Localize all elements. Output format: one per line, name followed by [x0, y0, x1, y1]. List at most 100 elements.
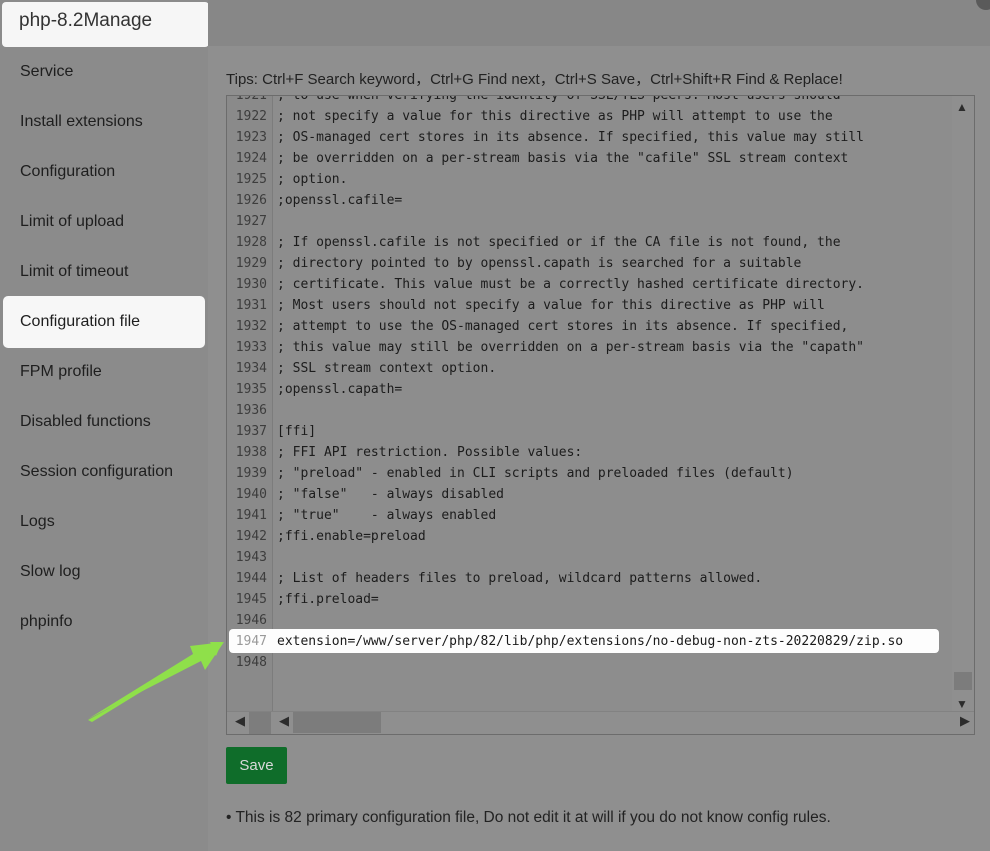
line-number: 1944 [235, 571, 267, 586]
line-number: 1935 [235, 382, 267, 397]
chevron-down-icon[interactable]: ▼ [956, 697, 968, 711]
horizontal-scrollbar[interactable]: ◀ ◀ ▶ [227, 711, 974, 734]
close-icon[interactable] [976, 0, 990, 10]
line-number: 1927 [235, 214, 267, 229]
sidebar-item-session-configuration[interactable]: Session configuration [0, 447, 208, 497]
line-number: 1936 [235, 403, 267, 418]
code-line[interactable]: 1948 [227, 652, 952, 673]
line-number: 1946 [235, 613, 267, 628]
line-text: ; Most users should not specify a value … [277, 298, 825, 313]
code-line[interactable]: 1926 ;openssl.cafile= [227, 190, 952, 211]
config-note: • This is 82 primary configuration file,… [226, 809, 831, 826]
sidebar-item-fpm-profile[interactable]: FPM profile [0, 347, 208, 397]
code-line[interactable]: 1937 [ffi] [227, 421, 952, 442]
code-line[interactable]: 1923 ; OS-managed cert stores in its abse… [227, 127, 952, 148]
line-text: ; "preload" - enabled in CLI scripts and… [277, 466, 794, 481]
save-button[interactable]: Save [226, 747, 287, 784]
chevron-left-icon[interactable]: ◀ [235, 713, 245, 729]
line-text: ; "false" - always disabled [277, 487, 504, 502]
line-number: 1933 [235, 340, 267, 355]
code-line[interactable]: 1932 ; attempt to use the OS-managed cert… [227, 316, 952, 337]
line-text: ; directory pointed to by openssl.capath… [277, 256, 802, 271]
code-line[interactable]: 1936 [227, 400, 952, 421]
code-line[interactable]: 1929 ; directory pointed to by openssl.ca… [227, 253, 952, 274]
line-text: ; List of headers files to preload, wild… [277, 571, 763, 586]
sidebar-item-install-extensions[interactable]: Install extensions [0, 97, 208, 147]
code-line[interactable]: 1946 [227, 610, 952, 631]
line-text: ; not specify a value for this directive… [277, 109, 833, 124]
code-line[interactable]: 1927 [227, 211, 952, 232]
line-number: 1931 [235, 298, 267, 313]
code-line[interactable]: 1934 ; SSL stream context option. [227, 358, 952, 379]
code-editor[interactable]: 1921 ; to use when verifying the identity… [226, 95, 975, 735]
code-line[interactable]: 1941 ; "true" - always enabled [227, 505, 952, 526]
line-number: 1926 [235, 193, 267, 208]
code-line[interactable]: 1922 ; not specify a value for this direc… [227, 106, 952, 127]
line-text: ; be overridden on a per-stream basis vi… [277, 151, 849, 166]
vertical-scrollbar[interactable]: ▲ ▼ [952, 96, 974, 713]
line-number: 1939 [235, 466, 267, 481]
horizontal-scroll-gutter [249, 712, 271, 734]
line-text: ;ffi.enable=preload [277, 529, 426, 544]
line-number: 1938 [235, 445, 267, 460]
line-number: 1943 [235, 550, 267, 565]
sidebar-item-limit-of-upload[interactable]: Limit of upload [0, 197, 208, 247]
line-text: ; OS-managed cert stores in its absence.… [277, 130, 864, 145]
line-text: ; to use when verifying the identity of … [277, 95, 841, 103]
code-line[interactable]: 1933 ; this value may still be overridden… [227, 337, 952, 358]
code-line[interactable]: 1943 [227, 547, 952, 568]
line-number: 1924 [235, 151, 267, 166]
sidebar-item-service[interactable]: Service [0, 47, 208, 97]
line-number: 1925 [235, 172, 267, 187]
line-number: 1945 [235, 592, 267, 607]
sidebar-item-limit-of-timeout[interactable]: Limit of timeout [0, 247, 208, 297]
sidebar-item-logs[interactable]: Logs [0, 497, 208, 547]
header-strip [208, 0, 990, 46]
sidebar-item-slow-log[interactable]: Slow log [0, 547, 208, 597]
line-number: 1932 [235, 319, 267, 334]
page-title: php-8.2Manage [2, 2, 209, 47]
horizontal-scroll-thumb[interactable] [293, 712, 381, 733]
line-text: ; FFI API restriction. Possible values: [277, 445, 583, 460]
line-number: 1940 [235, 487, 267, 502]
code-line[interactable]: 1924 ; be overridden on a per-stream basi… [227, 148, 952, 169]
tips-text: Tips: Ctrl+F Search keyword，Ctrl+G Find … [226, 71, 843, 88]
line-number: 1928 [235, 235, 267, 250]
code-line[interactable]: 1940 ; "false" - always disabled [227, 484, 952, 505]
sidebar-item-phpinfo[interactable]: phpinfo [0, 597, 208, 647]
code-line[interactable]: 1925 ; option. [227, 169, 952, 190]
chevron-left-icon[interactable]: ◀ [279, 713, 289, 729]
chevron-up-icon[interactable]: ▲ [956, 100, 968, 114]
code-line[interactable]: 1921 ; to use when verifying the identity… [227, 95, 952, 106]
code-line[interactable]: 1938 ; FFI API restriction. Possible valu… [227, 442, 952, 463]
main-panel: Tips: Ctrl+F Search keyword，Ctrl+G Find … [208, 46, 990, 851]
code-line[interactable]: 1945 ;ffi.preload= [227, 589, 952, 610]
line-text: ; "true" - always enabled [277, 508, 497, 523]
line-text: extension=/www/server/php/82/lib/php/ext… [277, 634, 904, 649]
line-text: [ffi] [277, 424, 317, 439]
line-text: ;openssl.cafile= [277, 193, 403, 208]
code-line[interactable]: 1942 ;ffi.enable=preload [227, 526, 952, 547]
line-number: 1947 [235, 634, 267, 649]
line-text: ; certificate. This value must be a corr… [277, 277, 864, 292]
line-number: 1942 [235, 529, 267, 544]
code-line[interactable]: 1944 ; List of headers files to preload, … [227, 568, 952, 589]
chevron-right-icon[interactable]: ▶ [960, 713, 970, 729]
code-line[interactable]: 1930 ; certificate. This value must be a … [227, 274, 952, 295]
line-text: ;openssl.capath= [277, 382, 403, 397]
line-number: 1948 [235, 655, 267, 670]
code-line[interactable]: 1931 ; Most users should not specify a va… [227, 295, 952, 316]
line-number: 1934 [235, 361, 267, 376]
line-number: 1930 [235, 277, 267, 292]
sidebar-item-disabled-functions[interactable]: Disabled functions [0, 397, 208, 447]
vertical-scroll-thumb[interactable] [954, 672, 972, 690]
sidebar-item-configuration-file[interactable]: Configuration file [3, 296, 205, 348]
sidebar-item-configuration[interactable]: Configuration [0, 147, 208, 197]
line-number: 1921 [235, 95, 267, 103]
line-text: ; option. [277, 172, 348, 187]
line-number: 1929 [235, 256, 267, 271]
code-line[interactable]: 1935 ;openssl.capath= [227, 379, 952, 400]
code-line[interactable]: 1947 extension=/www/server/php/82/lib/php… [227, 629, 952, 653]
code-line[interactable]: 1939 ; "preload" - enabled in CLI scripts… [227, 463, 952, 484]
code-line[interactable]: 1928 ; If openssl.cafile is not specified… [227, 232, 952, 253]
